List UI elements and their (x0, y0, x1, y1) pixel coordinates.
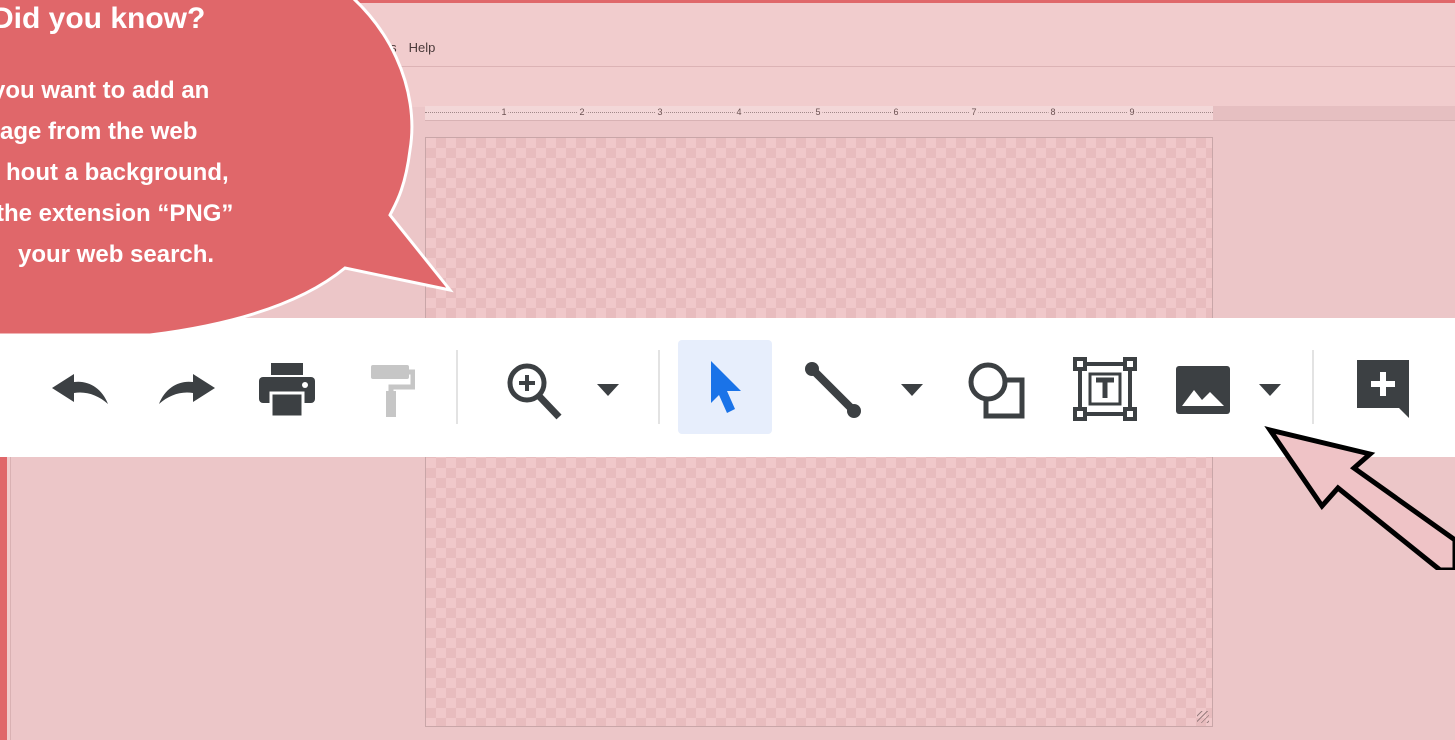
ruler-tick: 8 (1048, 107, 1058, 117)
ruler-tick: 4 (734, 107, 744, 117)
ruler-tick: 7 (969, 107, 979, 117)
zoom-dropdown[interactable] (588, 375, 628, 405)
ruler-tick: 3 (655, 107, 665, 117)
toolbar-separator (456, 350, 458, 424)
text-box-button[interactable] (1068, 352, 1142, 426)
shape-icon (968, 362, 1025, 419)
redo-button[interactable] (152, 360, 222, 420)
image-dropdown[interactable] (1250, 375, 1290, 405)
toolbar-separator (658, 350, 660, 424)
ruler-track: 1 2 3 4 5 6 7 8 9 (425, 106, 1213, 120)
print-icon (259, 363, 315, 419)
zoom-icon (507, 363, 562, 420)
callout-title: Did you know? (0, 2, 206, 35)
callout-line: you want to add an (0, 77, 210, 104)
ruler-tick: 9 (1127, 107, 1137, 117)
resize-grip-icon[interactable] (1197, 711, 1209, 723)
ruler-tick: 2 (577, 107, 587, 117)
callout-line: the extension “PNG” (0, 200, 234, 227)
ruler-tick: 6 (891, 107, 901, 117)
select-tool-button[interactable] (690, 352, 760, 422)
chevron-down-icon (597, 384, 619, 396)
ruler-tick: 5 (813, 107, 823, 117)
select-arrow-icon (711, 361, 741, 413)
paint-format-button (360, 355, 420, 425)
print-button[interactable] (252, 355, 322, 425)
shape-tool-button[interactable] (960, 355, 1030, 425)
image-icon (1176, 366, 1230, 414)
text-box-icon (1073, 357, 1137, 421)
paint-format-icon (371, 365, 415, 417)
pointer-arrow (1264, 426, 1455, 570)
image-button[interactable] (1170, 355, 1236, 425)
line-tool-button[interactable] (798, 355, 868, 425)
callout-line: your web search. (18, 241, 215, 268)
horizontal-ruler: 1 2 3 4 5 6 7 8 9 (425, 106, 1455, 121)
chevron-down-icon (901, 384, 923, 396)
line-dropdown[interactable] (892, 375, 932, 405)
redo-icon (159, 374, 215, 404)
callout-line: age from the web (0, 118, 198, 145)
callout-line: hout a background, (6, 159, 229, 186)
zoom-button[interactable] (498, 355, 568, 425)
chevron-down-icon (1259, 384, 1281, 396)
callout-body: you want to add an age from the web hout… (0, 70, 316, 275)
ruler-tick: 1 (499, 107, 509, 117)
line-icon (805, 362, 861, 418)
undo-icon (52, 374, 108, 404)
undo-button[interactable] (45, 360, 115, 420)
